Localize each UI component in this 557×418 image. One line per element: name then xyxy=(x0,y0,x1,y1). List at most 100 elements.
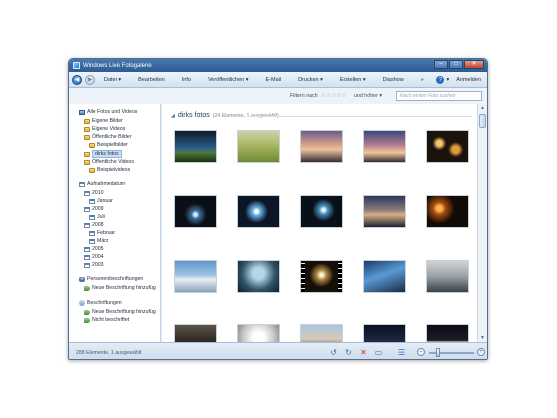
tree-year-2004[interactable]: 2004 xyxy=(84,254,104,260)
photo-sunset-sky[interactable] xyxy=(363,130,406,163)
forward-button[interactable]: ▶ xyxy=(85,74,95,85)
menu-item[interactable]: Info xyxy=(182,77,191,83)
help-dropdown[interactable]: ▾ xyxy=(446,77,449,83)
scroll-down-icon[interactable]: ▼ xyxy=(478,334,487,342)
calendar-icon xyxy=(84,254,90,260)
group-title: dirks fotos xyxy=(177,112,210,119)
close-button[interactable]: ✕ xyxy=(464,60,484,69)
photo-blue-rays[interactable] xyxy=(363,260,406,293)
menu-item[interactable]: E-Mail xyxy=(266,77,282,83)
photos-icon xyxy=(79,109,85,115)
help-icon[interactable]: ? xyxy=(436,75,445,84)
calendar-icon xyxy=(84,262,90,268)
rating-stars[interactable]: ☆☆☆☆☆ xyxy=(321,92,347,99)
person-icon xyxy=(79,276,85,282)
add-tag-icon xyxy=(84,285,90,291)
back-button[interactable]: ◀ xyxy=(72,74,82,85)
calendar-icon xyxy=(89,198,95,204)
calendar-icon xyxy=(89,230,95,236)
calendar-icon xyxy=(84,206,90,212)
zoom-out-icon[interactable]: – xyxy=(417,348,425,356)
photo-field[interactable] xyxy=(237,130,280,163)
tree-year-2003[interactable]: 2003 xyxy=(84,262,104,268)
app-icon xyxy=(73,62,80,69)
tree-year-2005[interactable]: 2005 xyxy=(84,246,104,252)
folder-icon xyxy=(84,134,90,140)
folder-icon xyxy=(84,118,90,124)
photo-blue-sky[interactable] xyxy=(174,260,217,293)
tag-icon xyxy=(84,317,90,323)
add-tag-link[interactable]: Neue Beschriftung hinzufüg xyxy=(84,309,156,315)
photo-light-trails[interactable] xyxy=(174,195,217,228)
tree-year-2008[interactable]: 2008 xyxy=(84,222,104,228)
menu-item[interactable]: Diashow xyxy=(383,77,404,83)
tree-public-pictures[interactable]: Öffentliche Bilder xyxy=(84,134,131,140)
tree-own-pictures[interactable]: Eigene Bilder xyxy=(84,118,123,124)
folder-icon xyxy=(84,151,90,157)
calendar-icon xyxy=(89,214,95,220)
tree-sample-pictures[interactable]: Beispielbilder xyxy=(89,142,128,148)
calendar-icon xyxy=(84,222,90,228)
tree-own-videos[interactable]: Eigene Videos xyxy=(84,126,125,132)
thumbnail-pane: ◢ dirks fotos (24 Elemente, 1 ausgewählt… xyxy=(162,104,479,357)
photo-sunset-haze[interactable] xyxy=(300,130,343,163)
delete-icon[interactable]: ✕ xyxy=(359,348,368,357)
tags-icon xyxy=(79,300,85,306)
status-text: 288 Elemente, 1 ausgewählt xyxy=(76,350,142,356)
status-bar: 288 Elemente, 1 ausgewählt ↺ ↻ ✕ ▭ ☰ – + xyxy=(69,342,487,359)
tree-not-tagged[interactable]: Nicht beschriftet xyxy=(84,317,129,323)
photo-bokeh-night[interactable] xyxy=(426,130,469,163)
tree-people-tags[interactable]: Personenbeschriftungen xyxy=(79,276,143,282)
photo-filmstrip-city[interactable] xyxy=(300,260,343,293)
title-bar: Windows Live Fotogalerie – □ ✕ xyxy=(69,59,487,72)
rating-filter-dropdown[interactable]: und höher ▾ xyxy=(354,93,382,99)
menu-item[interactable]: Veröffentlichen ▾ xyxy=(208,77,249,83)
login-button[interactable]: Anmelden xyxy=(456,77,481,83)
tree-sample-videos[interactable]: Beispielvideos xyxy=(89,167,130,173)
tree-month-januar[interactable]: Januar xyxy=(89,198,113,204)
tree-date-taken[interactable]: Aufnahmedatum xyxy=(79,181,125,187)
tree-year-2009[interactable]: 2009 xyxy=(84,206,104,212)
zoom-in-icon[interactable]: + xyxy=(477,348,485,356)
tree-dirks-fotos[interactable]: dirks fotos xyxy=(84,150,122,158)
photo-gallery-window: Windows Live Fotogalerie – □ ✕ ◀ ▶ Datei… xyxy=(68,58,488,360)
filter-bar: Filtern nach ☆☆☆☆☆ und höher ▾ Nach eine… xyxy=(69,88,487,104)
tree-tags[interactable]: Beschriftungen xyxy=(79,300,122,306)
zoom-slider-handle[interactable] xyxy=(436,348,440,357)
search-input[interactable]: Nach einem Foto suchen xyxy=(396,91,482,101)
scroll-thumb[interactable] xyxy=(479,114,486,128)
maximize-button[interactable]: □ xyxy=(449,60,463,69)
menu-item[interactable]: Datei ▾ xyxy=(104,77,121,83)
minimize-button[interactable]: – xyxy=(434,60,448,69)
tree-public-videos[interactable]: Öffentliche Videos xyxy=(84,159,134,165)
add-people-tag-link[interactable]: Neue Beschriftung hinzufüg xyxy=(84,285,156,291)
navigation-pane: Alle Fotos und Videos Eigene Bilder Eige… xyxy=(69,104,161,342)
tree-year-2010[interactable]: 2010 xyxy=(84,190,104,196)
photo-fire-night[interactable] xyxy=(426,195,469,228)
rotate-left-icon[interactable]: ↺ xyxy=(329,348,338,357)
photo-night-landscape[interactable] xyxy=(174,130,217,163)
scroll-up-icon[interactable]: ▲ xyxy=(478,104,487,112)
photo-grey-scene[interactable] xyxy=(426,260,469,293)
photo-tree-silhouette[interactable] xyxy=(237,260,280,293)
slideshow-icon[interactable]: ▭ xyxy=(374,348,383,357)
photo-dusk-sea[interactable] xyxy=(363,195,406,228)
collapse-arrow-icon[interactable]: ◢ xyxy=(171,113,175,119)
menu-bar: ◀ ▶ Datei ▾ Bearbeiten Info Veröffentlichen… xyxy=(69,72,487,88)
folder-icon xyxy=(89,142,95,148)
menu-item[interactable]: Drucken ▾ xyxy=(298,77,323,83)
rotate-right-icon[interactable]: ↻ xyxy=(344,348,353,357)
view-details-icon[interactable]: ☰ xyxy=(397,348,406,357)
photo-fireworks[interactable] xyxy=(300,195,343,228)
tree-month-februar[interactable]: Februar xyxy=(89,230,115,236)
tree-month-juli[interactable]: Juli xyxy=(89,214,105,220)
add-tag-icon xyxy=(84,309,90,315)
vertical-scrollbar[interactable]: ▲ ▼ xyxy=(477,104,487,342)
tree-all-photos[interactable]: Alle Fotos und Videos xyxy=(79,109,137,115)
menu-item[interactable]: Erstellen ▾ xyxy=(340,77,366,83)
photo-light-burst[interactable] xyxy=(237,195,280,228)
menu-item[interactable]: Bearbeiten xyxy=(138,77,165,83)
menu-item[interactable]: » xyxy=(421,77,424,83)
tree-month-maerz[interactable]: März xyxy=(89,238,109,244)
back-arrow-icon: ◀ xyxy=(74,77,80,83)
